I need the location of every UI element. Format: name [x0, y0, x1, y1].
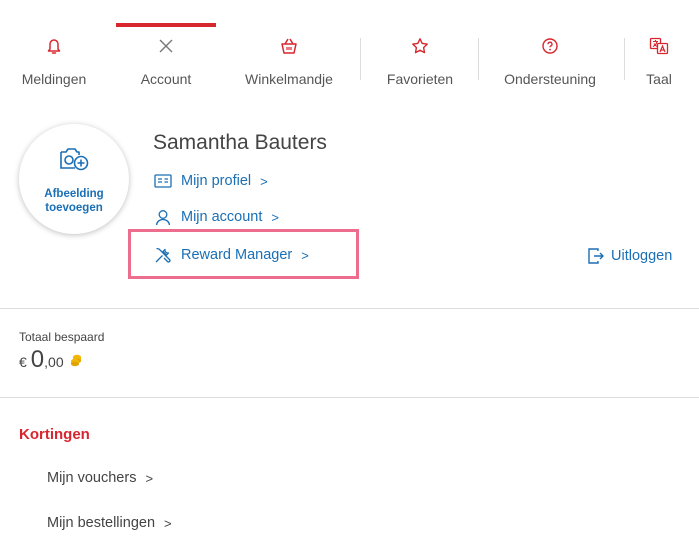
tab-divider: [624, 38, 625, 80]
my-orders-label: Mijn bestellingen: [47, 515, 156, 531]
close-icon: [116, 35, 216, 57]
coins-icon: [70, 353, 82, 367]
add-picture-label: Afbeelding toevoegen: [44, 188, 104, 214]
tab-label: Ondersteuning: [504, 71, 596, 87]
discounts-heading: Kortingen: [19, 426, 90, 443]
my-orders-link[interactable]: Mijn bestellingen >: [47, 513, 172, 533]
reward-manager-label: Reward Manager: [181, 247, 293, 263]
user-icon: [153, 208, 173, 226]
currency-symbol: €: [19, 354, 27, 370]
logout-label: Uitloggen: [611, 248, 673, 264]
tab-ondersteuning[interactable]: Ondersteuning: [482, 23, 618, 95]
tab-label: Favorieten: [386, 71, 454, 87]
tab-favorieten[interactable]: Favorieten: [364, 23, 476, 95]
help-icon: [482, 35, 618, 57]
reward-manager-link[interactable]: Reward Manager >: [153, 244, 309, 266]
chevron-right-icon: >: [145, 470, 154, 486]
total-saved-value: € 0 ,00: [19, 346, 82, 374]
tab-label: Winkelmandje: [245, 71, 333, 87]
my-profile-link[interactable]: Mijn profiel >: [153, 170, 268, 192]
language-icon: [628, 35, 690, 57]
my-account-label: Mijn account: [181, 209, 263, 225]
logout-button[interactable]: Uitloggen: [587, 245, 672, 267]
chevron-right-icon: >: [301, 247, 309, 263]
my-profile-label: Mijn profiel: [181, 173, 252, 189]
tools-icon: [153, 246, 173, 264]
bell-icon: [0, 35, 108, 57]
chevron-right-icon: >: [271, 209, 279, 225]
tab-winkelmandje[interactable]: Winkelmandje: [224, 23, 354, 95]
tab-meldingen[interactable]: Meldingen: [0, 23, 108, 95]
tab-account[interactable]: Account: [116, 23, 216, 99]
top-tab-bar: Meldingen Account Winkelmandje Favoriete…: [0, 0, 699, 100]
total-saved-label: Totaal bespaard: [19, 330, 105, 344]
tab-label: Meldingen: [21, 71, 87, 87]
divider: [0, 397, 699, 398]
tab-divider: [360, 38, 361, 80]
tab-label: Account: [140, 71, 192, 87]
saved-integer: 0: [30, 346, 45, 373]
tab-label: Taal: [646, 71, 672, 87]
chevron-right-icon: >: [164, 515, 172, 531]
chevron-right-icon: >: [260, 173, 268, 189]
id-card-icon: [153, 172, 173, 190]
user-name: Samantha Bauters: [153, 131, 327, 154]
basket-icon: [224, 35, 354, 57]
tab-divider: [478, 38, 479, 80]
tab-taal[interactable]: Taal: [628, 23, 690, 95]
my-vouchers-link[interactable]: Mijn vouchers >: [47, 468, 153, 488]
add-photo-icon: [19, 144, 129, 174]
add-picture-button[interactable]: Afbeelding toevoegen: [19, 124, 129, 234]
saved-decimals: ,00: [44, 354, 64, 370]
my-vouchers-label: Mijn vouchers: [47, 470, 137, 486]
my-account-link[interactable]: Mijn account >: [153, 206, 279, 228]
star-icon: [364, 35, 476, 57]
divider: [0, 308, 699, 309]
logout-icon: [587, 247, 605, 265]
